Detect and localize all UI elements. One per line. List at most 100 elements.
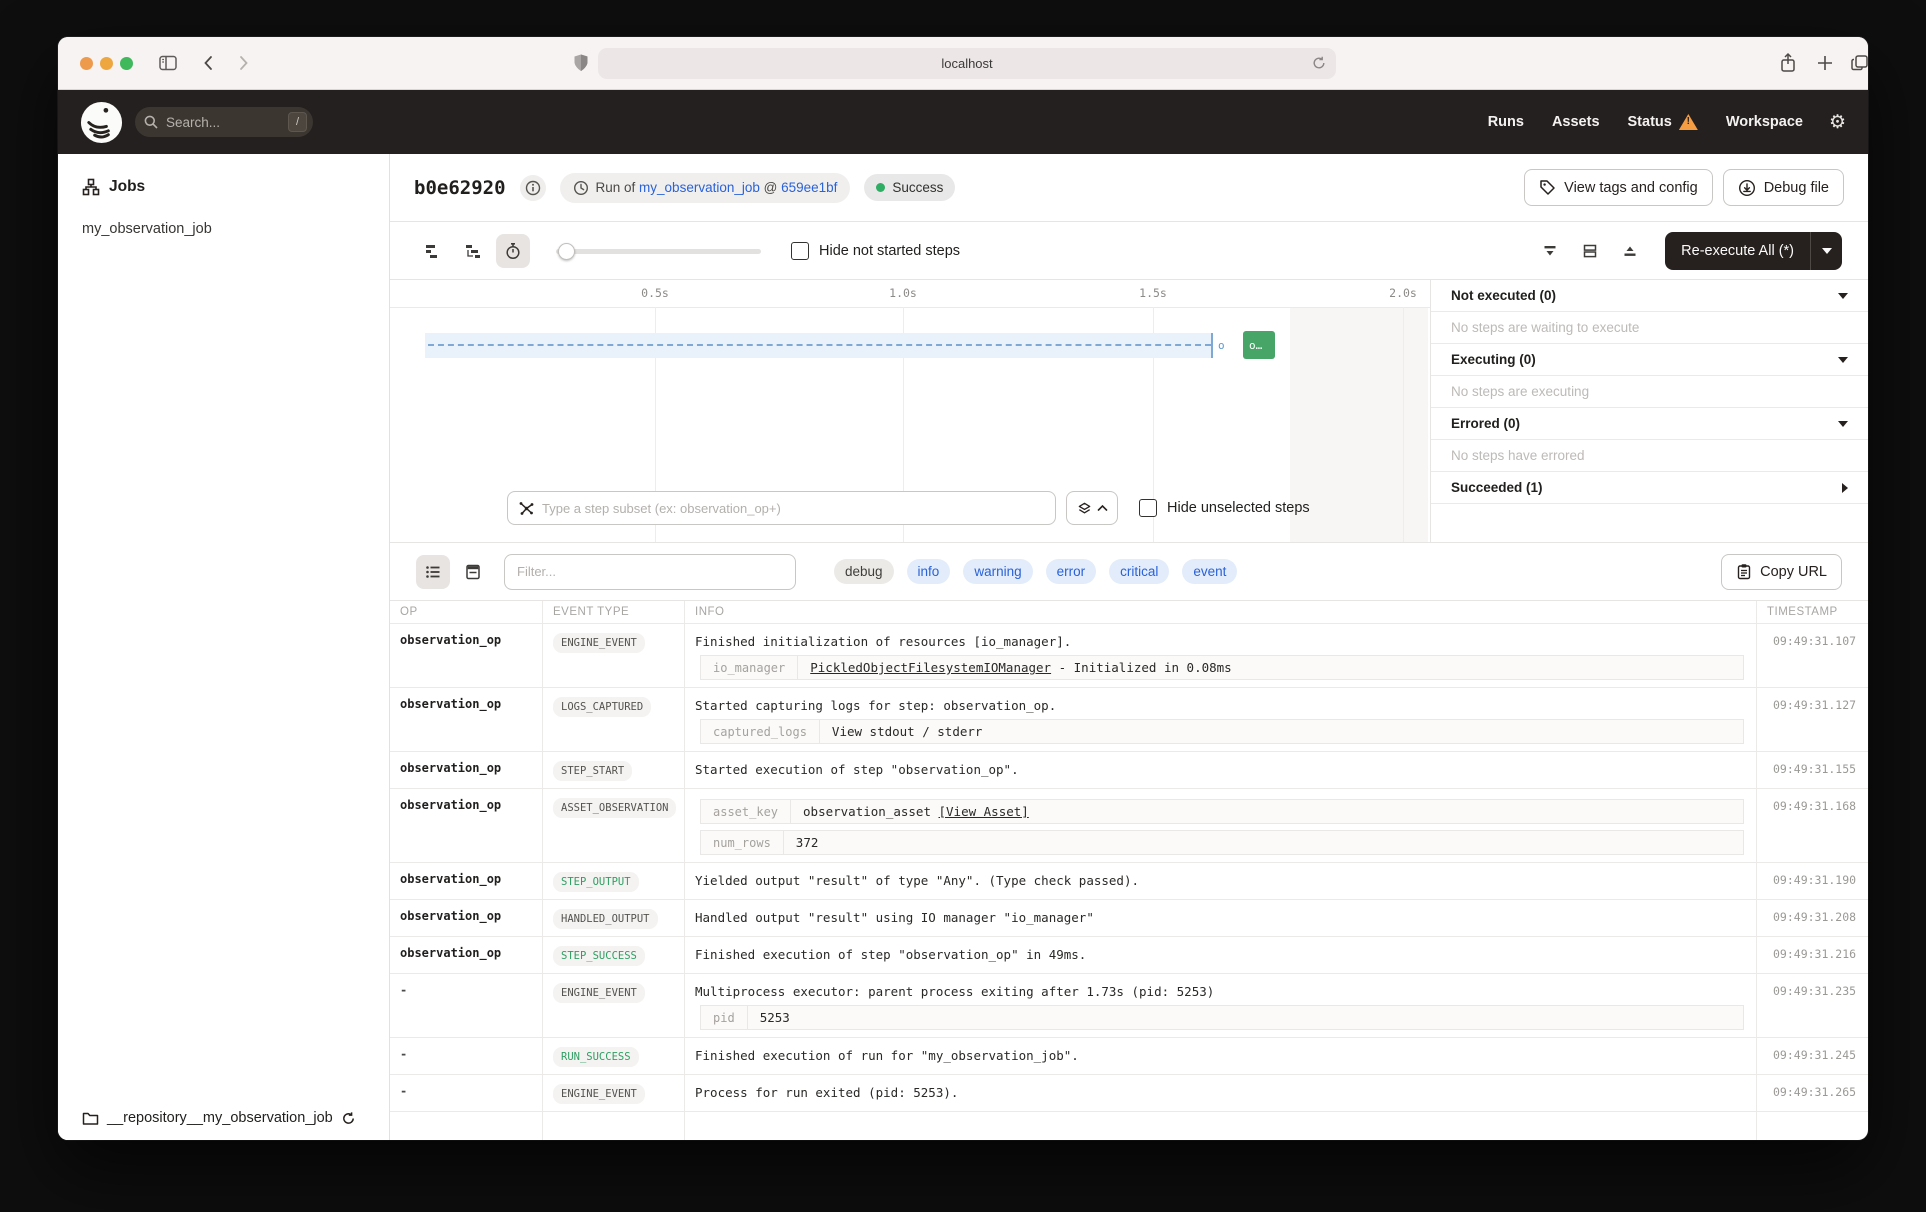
repository-label: __repository__my_observation_job: [107, 1110, 333, 1126]
log-row[interactable]: -RUN_SUCCESSFinished execution of run fo…: [390, 1038, 1868, 1075]
hide-unselected-checkbox[interactable]: [1139, 499, 1157, 517]
forward-icon[interactable]: [234, 54, 252, 72]
hide-unselected-control[interactable]: Hide unselected steps: [1139, 499, 1310, 517]
log-filter-input[interactable]: [517, 564, 783, 579]
log-op-cell: observation_op: [390, 900, 543, 936]
metadata-link[interactable]: [View Asset]: [939, 804, 1029, 819]
step-subset-input[interactable]: [542, 501, 1045, 516]
copy-url-button[interactable]: Copy URL: [1721, 554, 1842, 590]
nav-item-runs[interactable]: Runs: [1488, 114, 1524, 130]
close-window-button[interactable]: [80, 57, 93, 70]
nav-item-status[interactable]: Status: [1628, 114, 1698, 130]
log-row[interactable]: observation_opSTEP_OUTPUTYielded output …: [390, 863, 1868, 900]
log-timestamp-cell: 09:49:31.235: [1757, 974, 1868, 1037]
log-list-view-button[interactable]: [416, 555, 450, 589]
url-bar[interactable]: localhost: [598, 48, 1336, 79]
log-row[interactable]: observation_opASSET_OBSERVATIONasset_key…: [390, 789, 1868, 863]
dagster-logo[interactable]: [80, 101, 123, 144]
log-level-filter-debug[interactable]: debug: [834, 559, 894, 584]
repository-footer[interactable]: __repository__my_observation_job: [58, 1096, 389, 1140]
graph-query-toggle-button[interactable]: [1066, 491, 1118, 525]
run-info-button[interactable]: [520, 175, 546, 201]
flat-view-button[interactable]: [416, 234, 450, 268]
log-row[interactable]: observation_opENGINE_EVENTFinished initi…: [390, 624, 1868, 688]
gantt-track-end: [1211, 333, 1213, 358]
rows-view-button[interactable]: [1573, 234, 1607, 268]
metadata-value: observation_asset [View Asset]: [791, 804, 1041, 819]
log-event-type-cell: ENGINE_EVENT: [543, 624, 685, 687]
log-row[interactable]: -ENGINE_EVENTProcess for run exited (pid…: [390, 1075, 1868, 1112]
info-icon: [525, 180, 541, 196]
log-toolbar: debug info warning error critical event Copy …: [390, 543, 1868, 600]
log-level-filter-info[interactable]: info: [907, 559, 951, 584]
commit-link[interactable]: 659ee1bf: [781, 180, 837, 195]
log-event-type-cell: HANDLED_OUTPUT: [543, 900, 685, 936]
log-level-filters: debug info warning error critical event: [834, 559, 1237, 584]
log-row[interactable]: -ENGINE_EVENTMultiprocess executor: pare…: [390, 974, 1868, 1038]
log-row[interactable]: observation_opSTEP_SUCCESSFinished execu…: [390, 937, 1868, 974]
tab-overview-icon[interactable]: [1850, 53, 1868, 73]
nav-item-workspace[interactable]: Workspace: [1726, 114, 1803, 130]
gantt-step-chip[interactable]: o…: [1243, 331, 1275, 359]
gantt-step-track[interactable]: [425, 333, 1213, 358]
log-level-filter-event[interactable]: event: [1182, 559, 1237, 584]
log-level-filter-error[interactable]: error: [1046, 559, 1097, 584]
expand-up-button[interactable]: [1613, 234, 1647, 268]
zoom-window-button[interactable]: [120, 57, 133, 70]
step-panel-section-header[interactable]: Executing (0): [1431, 344, 1868, 376]
job-list: my_observation_job: [58, 214, 389, 244]
hide-not-started-checkbox[interactable]: [791, 242, 809, 260]
job-link[interactable]: my_observation_job: [639, 180, 760, 195]
hide-not-started-control[interactable]: Hide not started steps: [791, 242, 960, 260]
event-type-badge: STEP_SUCCESS: [553, 946, 645, 966]
metadata-link[interactable]: PickledObjectFilesystemIOManager: [810, 660, 1051, 675]
log-row[interactable]: observation_opLOGS_CAPTUREDStarted captu…: [390, 688, 1868, 752]
slider-knob[interactable]: [558, 243, 575, 260]
log-timestamp-cell: 09:49:31.216: [1757, 937, 1868, 973]
run-of-pill: Run of my_observation_job @ 659ee1bf: [560, 173, 851, 203]
log-level-filter-warning[interactable]: warning: [963, 559, 1032, 584]
minimize-window-button[interactable]: [100, 57, 113, 70]
reexecute-dropdown-button[interactable]: [1810, 232, 1842, 270]
log-message: Finished execution of step "observation_…: [695, 941, 1744, 962]
step-panel-section-header[interactable]: Succeeded (1): [1431, 472, 1868, 504]
reexecute-all-button[interactable]: Re-execute All (*): [1665, 232, 1810, 270]
log-column-header: TIMESTAMP: [1757, 601, 1868, 623]
log-op-cell: -: [390, 974, 543, 1037]
metadata-entry: pid5253: [700, 1005, 1744, 1030]
share-icon[interactable]: [1778, 52, 1798, 74]
waterfall-view-button[interactable]: [456, 234, 490, 268]
layers-icon: [1077, 501, 1092, 516]
event-log-table: OPEVENT TYPEINFOTIMESTAMP observation_op…: [390, 600, 1868, 1140]
hide-unselected-label: Hide unselected steps: [1167, 500, 1310, 516]
sidebar-toggle-icon[interactable]: [158, 53, 178, 73]
back-icon[interactable]: [200, 54, 218, 72]
step-panel-section-header[interactable]: Errored (0): [1431, 408, 1868, 440]
clipboard-icon: [1736, 563, 1752, 580]
timer-view-button[interactable]: [496, 234, 530, 268]
search-shortcut-badge: /: [288, 112, 307, 132]
gantt-zoom-slider[interactable]: [556, 234, 761, 268]
reload-icon[interactable]: [1311, 55, 1327, 71]
log-row[interactable]: observation_opHANDLED_OUTPUTHandled outp…: [390, 900, 1868, 937]
log-structured-view-button[interactable]: [456, 555, 490, 589]
nav-item-assets[interactable]: Assets: [1552, 114, 1600, 130]
view-tags-config-button[interactable]: View tags and config: [1524, 169, 1713, 206]
sidebar-item-job[interactable]: my_observation_job: [58, 214, 389, 244]
top-nav: Runs Assets Status Workspace: [1488, 114, 1803, 130]
log-row[interactable]: observation_opSTEP_STARTStarted executio…: [390, 752, 1868, 789]
metadata-entry: captured_logsView stdout / stderr: [700, 719, 1744, 744]
gantt-step-marker[interactable]: o: [1218, 339, 1230, 352]
global-search-input[interactable]: Search... /: [135, 107, 313, 137]
gear-icon[interactable]: ⚙: [1829, 113, 1846, 132]
collapse-down-button[interactable]: [1533, 234, 1567, 268]
log-info-cell: Started execution of step "observation_o…: [685, 752, 1757, 788]
log-level-filter-critical[interactable]: critical: [1109, 559, 1169, 584]
step-panel-section-title: Errored (0): [1451, 416, 1838, 431]
metadata-key: pid: [701, 1006, 748, 1029]
new-tab-icon[interactable]: [1816, 54, 1834, 72]
refresh-icon[interactable]: [341, 1111, 356, 1126]
step-panel-section-header[interactable]: Not executed (0): [1431, 280, 1868, 312]
url-text: localhost: [941, 56, 992, 71]
debug-file-button[interactable]: Debug file: [1723, 169, 1844, 206]
